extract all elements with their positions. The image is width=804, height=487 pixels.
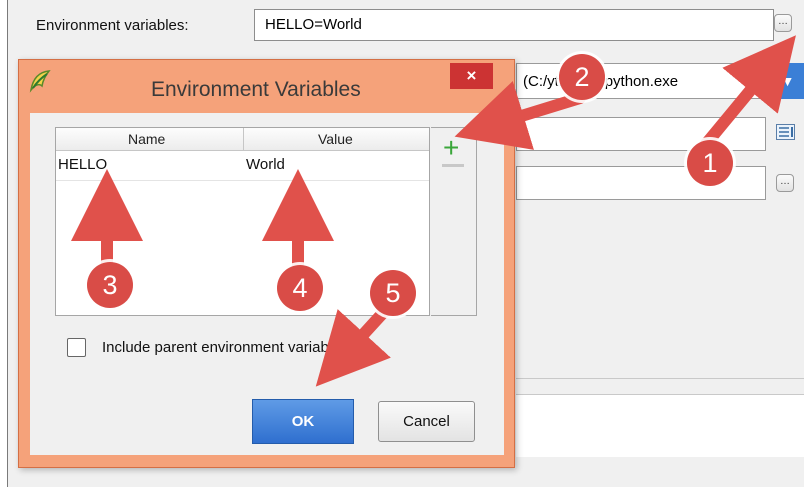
bottom-panel (516, 394, 804, 457)
ok-button[interactable]: OK (252, 399, 354, 444)
table-toolbar: + (431, 127, 477, 316)
interpreter-options-field[interactable] (516, 117, 766, 151)
variable-name-cell[interactable]: HELLO (58, 156, 107, 173)
working-directory-more-button[interactable]: … (776, 174, 794, 192)
annotation-badge-2: 2 (559, 54, 605, 100)
list-editor-icon[interactable] (776, 124, 795, 140)
include-parent-checkbox[interactable] (67, 338, 86, 357)
environment-variables-more-button[interactable]: … (774, 14, 792, 32)
annotation-badge-1: 1 (687, 140, 733, 186)
interpreter-dropdown-arrow-icon[interactable]: ▼ (771, 63, 804, 99)
dialog-title: Environment Variables (151, 78, 361, 101)
divider (516, 378, 804, 379)
cancel-button[interactable]: Cancel (378, 401, 475, 442)
pycharm-logo-icon (29, 70, 51, 93)
variable-value-cell[interactable]: World (246, 156, 285, 173)
environment-variables-dialog: Environment Variables × Name Value HELLO… (18, 59, 515, 468)
table-row[interactable]: HELLO World (56, 150, 429, 181)
interpreter-combo[interactable]: (C:/ython27/python.exe (516, 63, 771, 99)
column-header-value[interactable]: Value (318, 131, 353, 147)
annotation-badge-5: 5 (370, 270, 416, 316)
close-icon[interactable]: × (450, 63, 493, 89)
column-divider (243, 128, 244, 150)
add-icon[interactable]: + (443, 134, 459, 162)
environment-variables-label: Environment variables: (36, 17, 189, 34)
annotation-badge-4: 4 (277, 265, 323, 311)
remove-icon[interactable] (442, 164, 464, 167)
environment-variables-field[interactable]: HELLO=World (254, 9, 774, 41)
table-header: Name Value (56, 128, 429, 151)
annotation-badge-3: 3 (87, 262, 133, 308)
column-header-name[interactable]: Name (128, 131, 165, 147)
include-parent-label[interactable]: Include parent environment variables (102, 339, 348, 356)
